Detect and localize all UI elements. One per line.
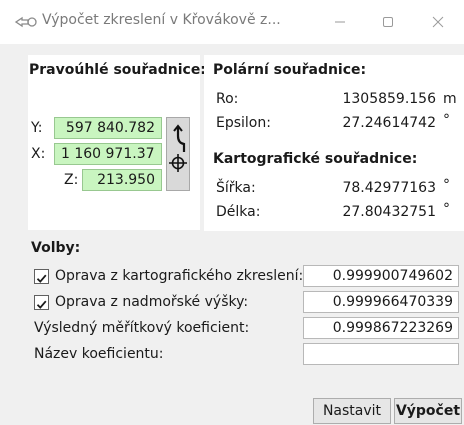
longitude-value: 27.80432751 bbox=[342, 204, 436, 220]
epsilon-value: 27.24614742 bbox=[342, 115, 436, 131]
altitude-correction-label: Oprava z nadmořské výšky: bbox=[55, 294, 249, 310]
latitude-label: Šířka: bbox=[216, 180, 256, 196]
settings-button[interactable]: Nastavit bbox=[313, 398, 391, 424]
altitude-correction-field[interactable] bbox=[303, 291, 459, 313]
minimize-icon bbox=[335, 21, 345, 23]
checkmark-icon bbox=[36, 274, 47, 283]
cartographic-correction-label: Oprava z kartografického zkreslení: bbox=[55, 268, 304, 284]
longitude-label: Délka: bbox=[216, 204, 261, 220]
z-coordinate-input[interactable] bbox=[82, 169, 162, 191]
checkmark-icon bbox=[36, 300, 47, 309]
altitude-correction-checkbox[interactable] bbox=[34, 295, 49, 310]
coefficient-name-field[interactable] bbox=[303, 343, 459, 365]
epsilon-unit: ° bbox=[443, 112, 450, 128]
scale-factor-label: Výsledný měřítkový koeficient: bbox=[34, 320, 250, 336]
close-icon bbox=[432, 16, 444, 28]
latitude-unit: ° bbox=[443, 177, 450, 193]
z-label: Z: bbox=[64, 172, 79, 188]
cartesian-title: Pravoúhlé souřadnice: bbox=[29, 62, 206, 78]
cartographic-correction-checkbox[interactable] bbox=[34, 269, 49, 284]
cartographic-correction-field[interactable] bbox=[303, 265, 459, 287]
maximize-icon bbox=[383, 17, 393, 27]
arrow-crosshair-icon bbox=[169, 124, 187, 172]
ro-unit: m bbox=[443, 91, 457, 107]
polar-title: Polární souřadnice: bbox=[213, 62, 367, 78]
convert-coordinates-button[interactable] bbox=[166, 117, 190, 191]
options-title: Volby: bbox=[31, 240, 81, 256]
x-coordinate-input[interactable] bbox=[54, 143, 162, 165]
y-label: Y: bbox=[31, 120, 43, 136]
scale-factor-field[interactable] bbox=[303, 317, 459, 339]
compute-button[interactable]: Výpočet bbox=[394, 398, 462, 424]
window-title: Výpočet zkreslení v Křovákově z... bbox=[42, 12, 281, 28]
minimize-button[interactable] bbox=[318, 0, 362, 44]
y-coordinate-input[interactable] bbox=[54, 117, 162, 139]
close-button[interactable] bbox=[416, 0, 460, 44]
maximize-button[interactable] bbox=[366, 0, 410, 44]
title-bar: Výpočet zkreslení v Křovákově z... bbox=[0, 0, 464, 44]
x-label: X: bbox=[31, 146, 46, 162]
latitude-value: 78.42977163 bbox=[342, 180, 436, 196]
cartographic-title: Kartografické souřadnice: bbox=[213, 151, 418, 167]
app-icon bbox=[14, 16, 37, 28]
epsilon-label: Epsilon: bbox=[216, 115, 271, 131]
ro-value: 1305859.156 bbox=[342, 91, 436, 107]
coefficient-name-label: Název koeficientu: bbox=[34, 346, 164, 362]
longitude-unit: ° bbox=[443, 201, 450, 217]
dialog-window: Výpočet zkreslení v Křovákově z... Pravo… bbox=[0, 0, 464, 425]
ro-label: Ro: bbox=[216, 91, 239, 107]
